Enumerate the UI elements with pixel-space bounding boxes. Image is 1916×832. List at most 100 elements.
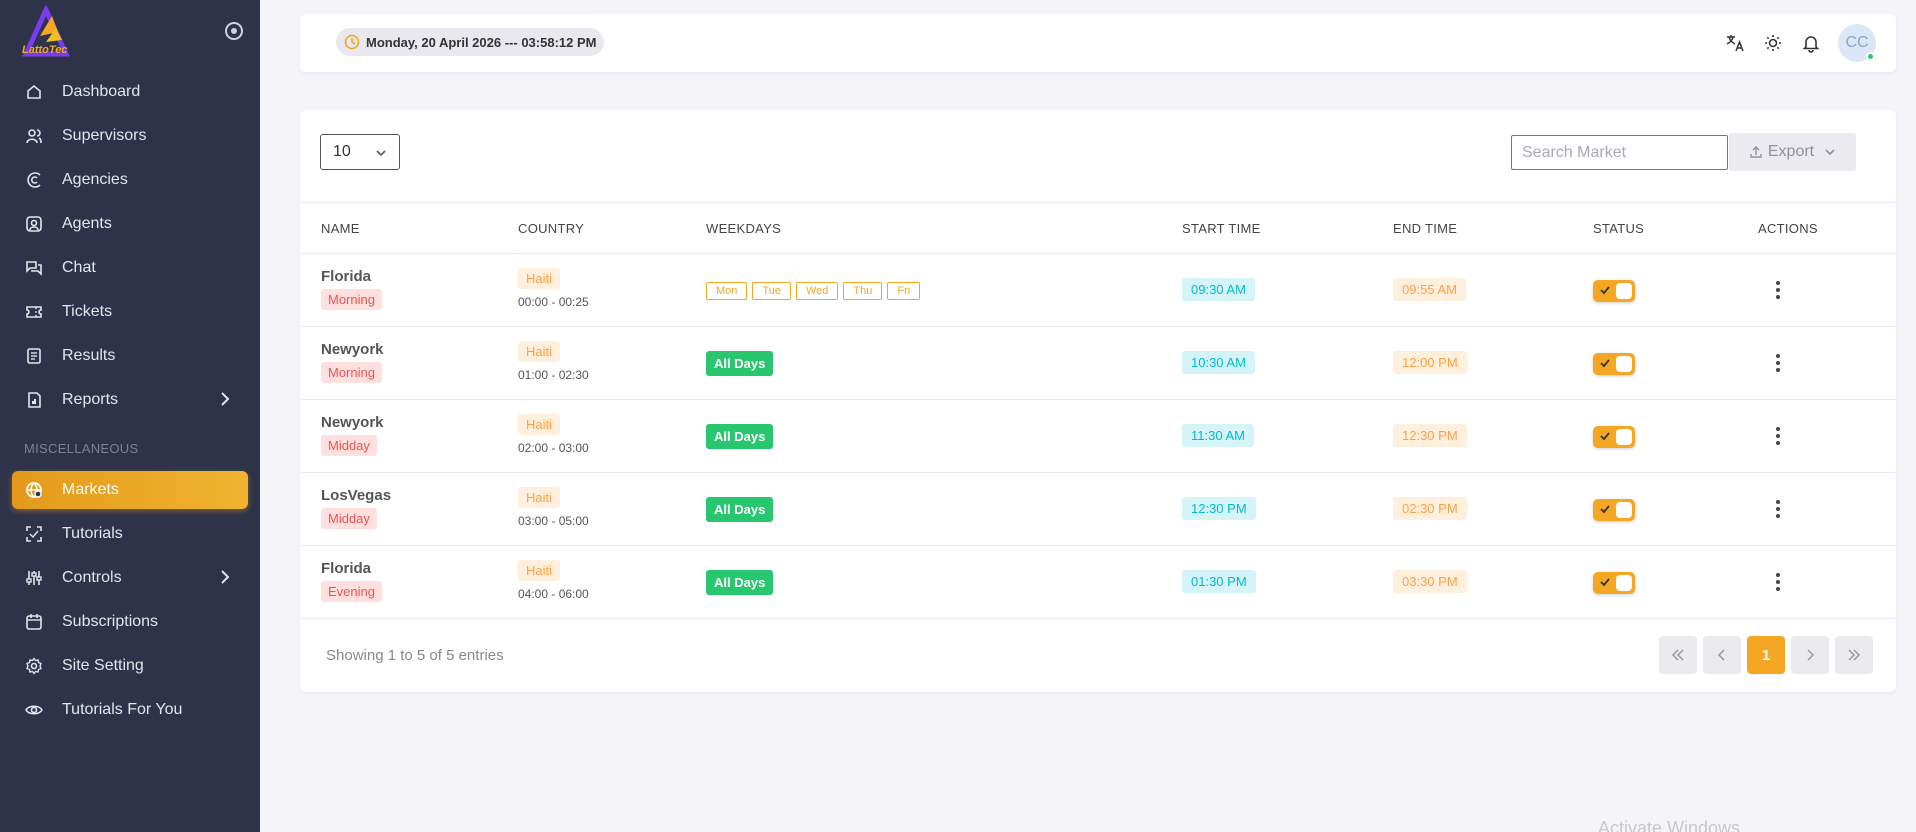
column-header-end-time[interactable]: END TIME: [1393, 221, 1457, 236]
sidebar-item-label: Dashboard: [62, 83, 141, 100]
avatar[interactable]: CC: [1838, 24, 1876, 62]
start-time-badge: 11:30 AM: [1182, 424, 1254, 447]
market-name: Newyork: [321, 341, 384, 358]
name-cell: Florida Evening: [321, 560, 382, 602]
column-header-start-time[interactable]: START TIME: [1182, 221, 1261, 236]
market-name: Florida: [321, 268, 372, 285]
status-cell: [1593, 499, 1635, 521]
sidebar-item-markets[interactable]: Markets: [12, 471, 248, 509]
sidebar-item-results[interactable]: Results: [12, 337, 248, 375]
last-page-button[interactable]: [1835, 636, 1873, 674]
end-time-cell: 12:00 PM: [1393, 351, 1467, 374]
status-cell: [1593, 426, 1635, 448]
more-actions-icon[interactable]: [1768, 426, 1788, 446]
next-page-button[interactable]: [1791, 636, 1829, 674]
weekdays-cell: All Days: [706, 497, 774, 522]
end-time-badge: 12:30 PM: [1393, 424, 1467, 447]
table-row: Florida Evening Haiti 04:00 - 06:00 All …: [300, 546, 1896, 619]
sidebar-item-label: Site Setting: [62, 657, 144, 674]
sliders-icon: [24, 568, 44, 588]
status-toggle[interactable]: [1593, 353, 1635, 375]
page-size-select[interactable]: 10: [320, 134, 400, 170]
sun-icon[interactable]: [1762, 32, 1784, 54]
sidebar-item-label: Reports: [62, 391, 119, 408]
sidebar-item-tutorials[interactable]: Tutorials: [12, 515, 248, 553]
check-icon: [1600, 359, 1610, 368]
start-time-cell: 01:30 PM: [1182, 570, 1256, 593]
hours-range: 00:00 - 00:25: [518, 295, 589, 309]
check-icon: [1600, 578, 1610, 587]
end-time-badge: 03:30 PM: [1393, 570, 1467, 593]
avatar-initials: CC: [1845, 34, 1869, 51]
table-header: NAME COUNTRY WEEKDAYS START TIME END TIM…: [300, 202, 1896, 254]
top-bar: Monday, 20 April 2026 --- 03:58:12 PM CC: [300, 14, 1896, 72]
status-toggle[interactable]: [1593, 426, 1635, 448]
status-toggle[interactable]: [1593, 280, 1635, 302]
status-toggle[interactable]: [1593, 499, 1635, 521]
export-button[interactable]: Export: [1729, 133, 1856, 171]
first-page-button[interactable]: [1659, 636, 1697, 674]
sidebar-item-chat[interactable]: Chat: [12, 249, 248, 287]
weekday-chip: Mon: [706, 282, 748, 300]
sidebar-item-tutorials-for-you[interactable]: Tutorials For You: [12, 691, 248, 729]
sidebar-item-reports[interactable]: Reports: [12, 381, 248, 419]
results-icon: [24, 346, 44, 366]
end-time-cell: 09:55 AM: [1393, 278, 1466, 301]
weekdays-cell: All Days: [706, 351, 774, 376]
prev-page-button[interactable]: [1703, 636, 1741, 674]
search-input[interactable]: [1511, 135, 1728, 170]
country-badge: Haiti: [518, 268, 561, 289]
more-actions-icon[interactable]: [1768, 499, 1788, 519]
users-icon: [24, 126, 44, 146]
pagination: 1: [1653, 636, 1873, 674]
sidebar-item-subscriptions[interactable]: Subscriptions: [12, 603, 248, 641]
actions-cell: [1768, 280, 1788, 300]
name-cell: LosVegas Midday: [321, 487, 391, 529]
name-cell: Newyork Morning: [321, 341, 384, 383]
country-cell: Haiti 04:00 - 06:00: [518, 560, 589, 601]
page-button-current[interactable]: 1: [1747, 636, 1785, 674]
more-actions-icon[interactable]: [1768, 353, 1788, 373]
upload-icon: [1749, 145, 1763, 159]
market-name: Florida: [321, 560, 372, 577]
end-time-cell: 03:30 PM: [1393, 570, 1467, 593]
sidebar-item-agents[interactable]: Agents: [12, 205, 248, 243]
status-toggle[interactable]: [1593, 572, 1635, 594]
column-header-name[interactable]: NAME: [321, 221, 360, 236]
online-status-dot: [1866, 52, 1875, 61]
country-cell: Haiti 01:00 - 02:30: [518, 341, 589, 382]
country-badge: Haiti: [518, 487, 561, 508]
check-icon: [1600, 432, 1610, 441]
sidebar-item-label: Supervisors: [62, 127, 147, 144]
sidebar-item-supervisors[interactable]: Supervisors: [12, 117, 248, 155]
column-header-status[interactable]: STATUS: [1593, 221, 1644, 236]
weekdays-cell: All Days: [706, 424, 774, 449]
more-actions-icon[interactable]: [1768, 280, 1788, 300]
weekday-chip: Tue: [752, 282, 791, 300]
check-icon: [1600, 505, 1610, 514]
slot-badge: Morning: [321, 362, 382, 383]
eye-icon: [24, 700, 44, 720]
check-icon: [1600, 286, 1610, 295]
bell-icon[interactable]: [1800, 32, 1822, 54]
sidebar-item-site-setting[interactable]: Site Setting: [12, 647, 248, 685]
sidebar-toggle-button[interactable]: [225, 22, 243, 40]
chevron-down-icon: [375, 146, 387, 164]
sidebar-item-dashboard[interactable]: Dashboard: [12, 73, 248, 111]
more-actions-icon[interactable]: [1768, 572, 1788, 592]
column-header-country[interactable]: COUNTRY: [518, 221, 584, 236]
sidebar-item-label: Chat: [62, 259, 96, 276]
slot-badge: Evening: [321, 581, 382, 602]
sidebar-item-label: Agents: [62, 215, 112, 232]
start-time-cell: 11:30 AM: [1182, 424, 1254, 447]
start-time-badge: 01:30 PM: [1182, 570, 1256, 593]
column-header-weekdays[interactable]: WEEKDAYS: [706, 221, 781, 236]
sidebar-item-label: Agencies: [62, 171, 128, 188]
sidebar-item-controls[interactable]: Controls: [12, 559, 248, 597]
translate-icon[interactable]: [1724, 32, 1746, 54]
sidebar-item-tickets[interactable]: Tickets: [12, 293, 248, 331]
end-time-badge: 12:00 PM: [1393, 351, 1467, 374]
section-label-miscellaneous: MISCELLANEOUS: [24, 441, 139, 456]
sidebar-item-agencies[interactable]: Agencies: [12, 161, 248, 199]
start-time-cell: 12:30 PM: [1182, 497, 1256, 520]
